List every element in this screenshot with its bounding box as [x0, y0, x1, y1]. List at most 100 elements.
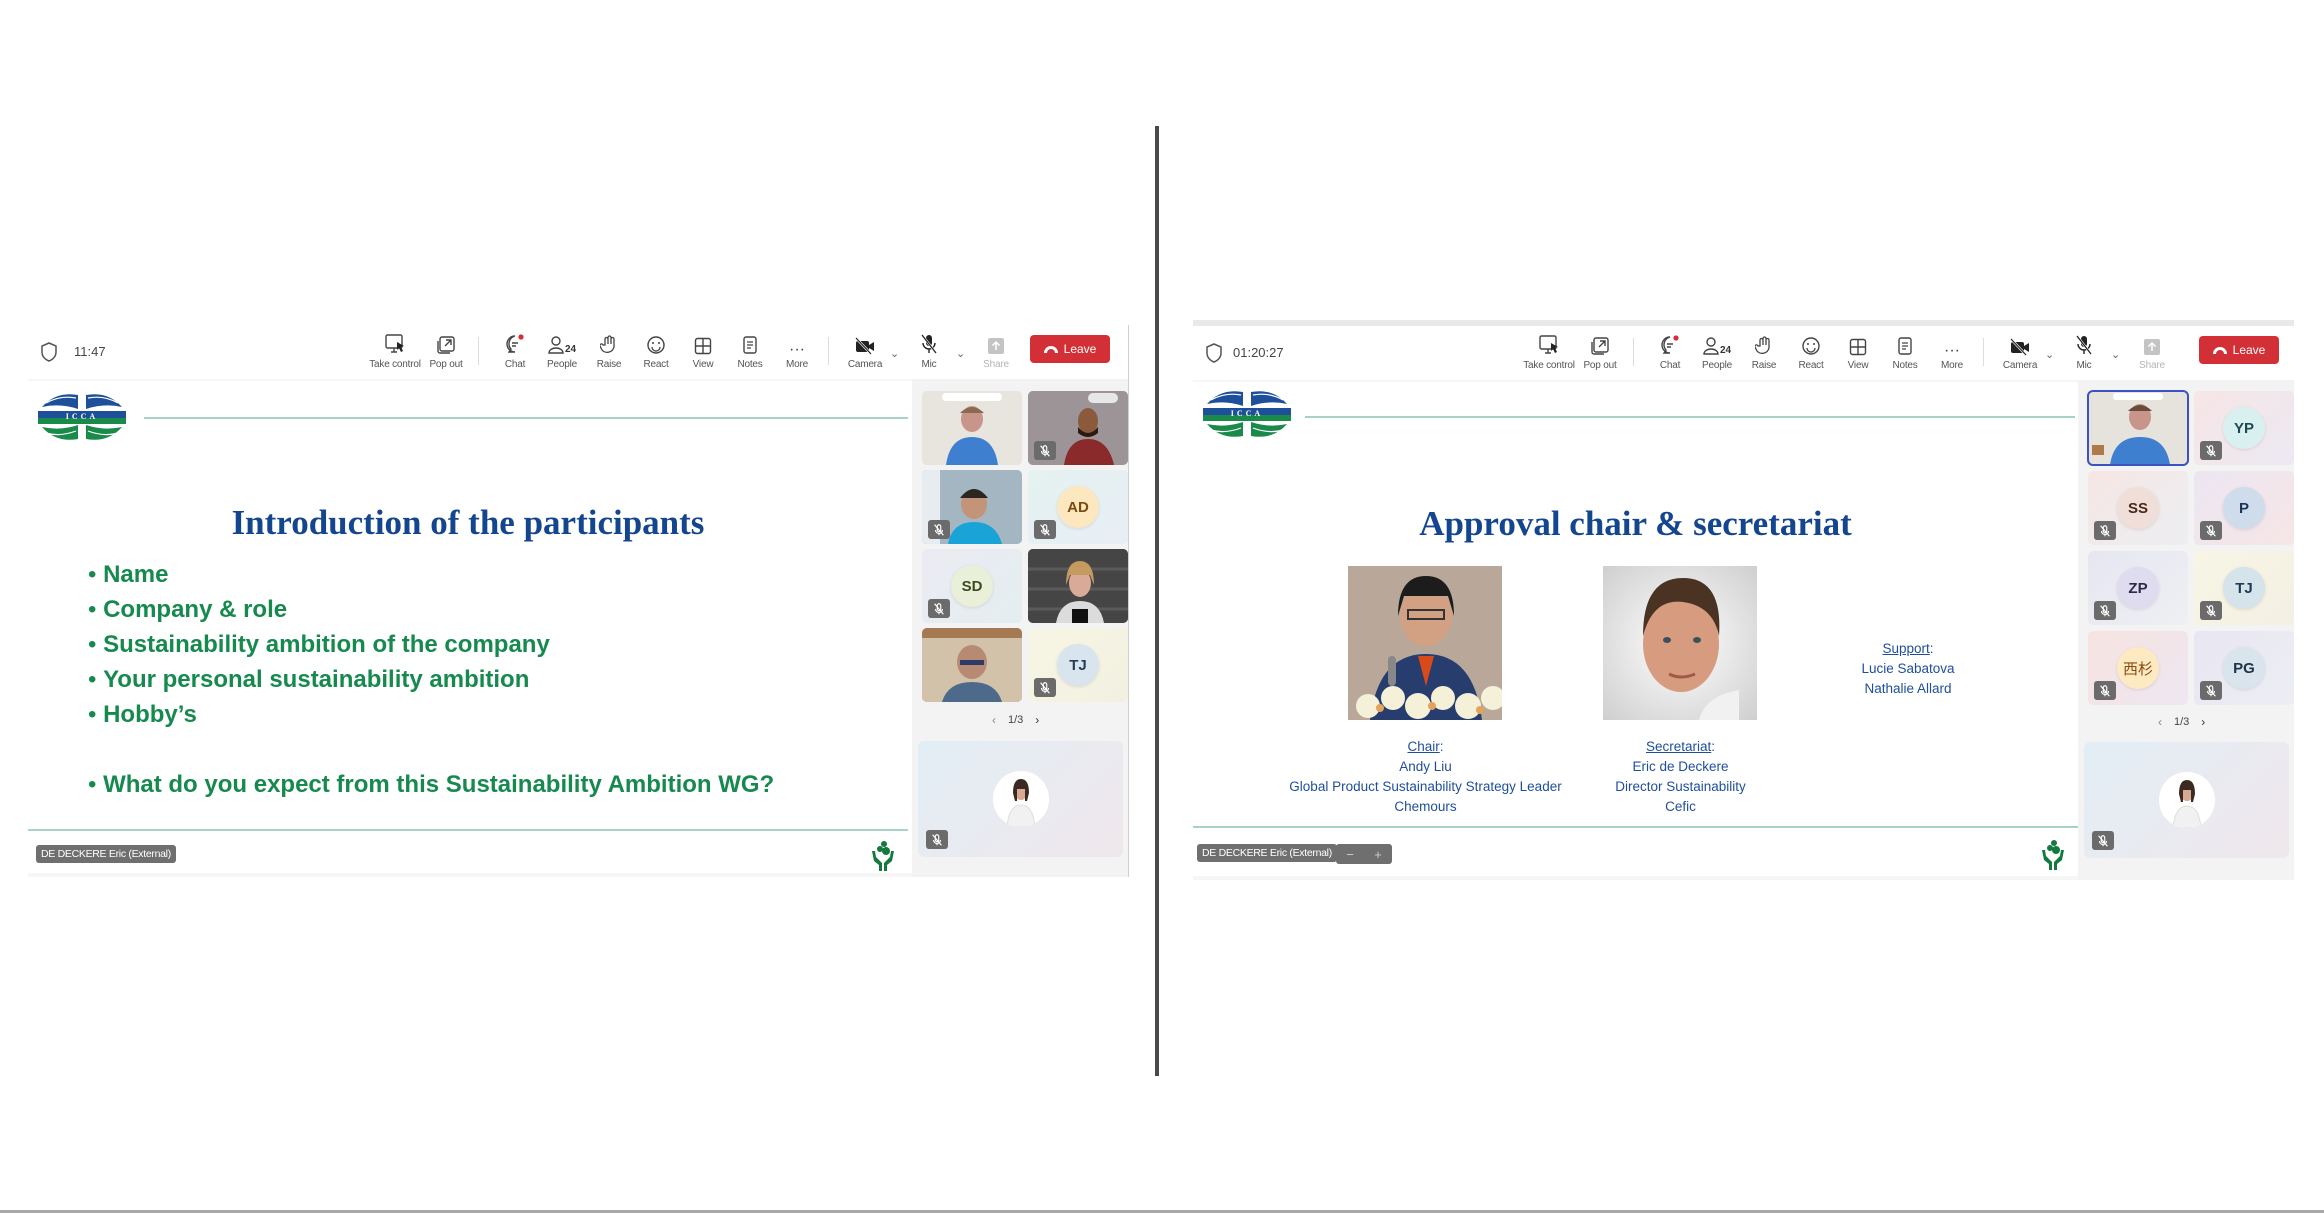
camera-options-chevron-icon[interactable]: ⌄	[2045, 348, 2054, 361]
smiley-icon	[1802, 337, 1820, 355]
raise-hand-button[interactable]: Raise	[1741, 330, 1787, 376]
participant-tile-video[interactable]	[2087, 390, 2189, 466]
pop-out-button[interactable]: Pop out	[423, 329, 469, 375]
meeting-timer: 11:47	[74, 344, 106, 359]
react-button[interactable]: React	[633, 329, 679, 375]
self-view-tile[interactable]	[918, 741, 1123, 857]
mic-button[interactable]: Mic	[2061, 330, 2107, 376]
participant-tile-avatar[interactable]: ZP	[2088, 551, 2188, 625]
next-page-chevron-icon[interactable]: ›	[2201, 715, 2205, 729]
view-button[interactable]: View	[680, 329, 726, 375]
next-page-chevron-icon[interactable]: ›	[1035, 713, 1039, 727]
react-button[interactable]: React	[1788, 330, 1834, 376]
self-view-tile[interactable]	[2084, 742, 2289, 858]
mic-off-icon	[1038, 444, 1052, 458]
participant-tile-avatar[interactable]: SD	[922, 549, 1022, 623]
hand-icon	[1755, 336, 1770, 354]
previous-page-chevron-icon[interactable]: ‹	[992, 713, 996, 727]
leave-button[interactable]: Leave	[2199, 336, 2279, 364]
bullet-item: Name	[88, 557, 774, 592]
support-caption: Support: Lucie Sabatova Nathalie Allard	[1833, 639, 1983, 699]
leave-button[interactable]: Leave	[1030, 335, 1110, 363]
mic-off-icon	[1038, 523, 1052, 537]
chat-icon	[1661, 335, 1679, 354]
participant-video-frame	[2088, 391, 2188, 465]
people-button[interactable]: 24 People	[539, 329, 585, 375]
slide-bullet-list: Name Company & role Sustainability ambit…	[88, 557, 774, 802]
shield-icon[interactable]	[40, 342, 58, 362]
take-control-button[interactable]: Take control	[369, 329, 421, 375]
shield-icon[interactable]	[1205, 343, 1223, 363]
notes-button[interactable]: Notes	[727, 329, 773, 375]
phone-hangup-icon	[1043, 345, 1058, 353]
participant-tile-video[interactable]	[1028, 391, 1128, 465]
smiley-icon	[647, 336, 665, 354]
participant-video-frame	[1028, 549, 1128, 623]
take-control-button[interactable]: Take control	[1523, 330, 1575, 376]
mic-off-icon	[2204, 524, 2218, 538]
notes-icon	[1898, 337, 1912, 355]
toolbar-separator	[478, 337, 479, 365]
people-button[interactable]: 24 People	[1694, 330, 1740, 376]
participant-tile-avatar[interactable]: 西杉	[2088, 631, 2188, 705]
participant-tile-avatar[interactable]: TJ	[2194, 551, 2294, 625]
camera-button[interactable]: Camera	[842, 329, 888, 375]
participant-tile-avatar[interactable]: TJ	[1028, 628, 1128, 702]
participant-tile-avatar[interactable]: PG	[2194, 631, 2294, 705]
chair-caption: Chair: Andy Liu Global Product Sustainab…	[1253, 737, 1598, 817]
gallery-pager: ‹ 1/3 ›	[992, 713, 1039, 727]
camera-options-chevron-icon[interactable]: ⌄	[890, 347, 899, 360]
slide-title: Approval chair & secretariat	[1419, 504, 1852, 543]
participant-avatar: TJ	[1057, 644, 1099, 686]
people-count: 24	[564, 344, 577, 355]
participant-tile-video[interactable]	[922, 628, 1022, 702]
mic-off-icon	[2098, 684, 2112, 698]
icca-logo	[1201, 386, 1293, 442]
participant-tile-avatar[interactable]: P	[2194, 471, 2294, 545]
participant-tile-video[interactable]	[1028, 549, 1128, 623]
grid-view-icon	[694, 337, 712, 355]
zoom-in-button[interactable]: +	[1374, 847, 1382, 862]
participant-tile-avatar[interactable]: AD	[1028, 470, 1128, 544]
presenter-name-tag: DE DECKERE Eric (External)	[1197, 844, 1337, 862]
mic-off-icon	[932, 523, 946, 537]
participant-tile-video[interactable]	[922, 470, 1022, 544]
pop-out-icon	[437, 336, 455, 354]
more-dots-icon: ···	[1944, 342, 1960, 359]
slide-title: Introduction of the participants	[231, 503, 705, 542]
mic-options-chevron-icon[interactable]: ⌄	[956, 347, 965, 360]
zoom-out-button[interactable]: −	[1346, 847, 1354, 862]
take-control-icon	[385, 334, 404, 353]
more-button[interactable]: ··· More	[1929, 330, 1975, 376]
secretariat-label: Secretariat	[1645, 739, 1712, 754]
participant-tile-avatar[interactable]: YP	[2194, 391, 2294, 465]
chair-organization: Chemours	[1394, 799, 1457, 814]
chat-button[interactable]: Chat	[1647, 330, 1693, 376]
teams-meeting-window-left: 11:47 Take control Pop out Chat 24 Peopl…	[28, 325, 1129, 877]
raise-hand-button[interactable]: Raise	[586, 329, 632, 375]
chat-button[interactable]: Chat	[492, 329, 538, 375]
self-avatar-photo	[992, 771, 1049, 827]
participants-gallery: YP SS P ZP TJ 西杉 PG ‹ 1/3 ›	[2078, 380, 2294, 880]
notes-button[interactable]: Notes	[1882, 330, 1928, 376]
mic-options-chevron-icon[interactable]: ⌄	[2111, 348, 2120, 361]
participant-tile-avatar[interactable]: SS	[2088, 471, 2188, 545]
more-button[interactable]: ··· More	[774, 329, 820, 375]
pop-out-button[interactable]: Pop out	[1577, 330, 1623, 376]
pop-out-icon	[1591, 337, 1609, 355]
participant-tile-video[interactable]	[922, 391, 1022, 465]
participant-avatar: YP	[2223, 407, 2265, 449]
share-button[interactable]: Share	[2129, 330, 2175, 376]
secretariat-caption: Secretariat: Eric de Deckere Director Su…	[1573, 737, 1788, 817]
share-button[interactable]: Share	[973, 329, 1019, 375]
camera-button[interactable]: Camera	[1997, 330, 2043, 376]
mic-button[interactable]: Mic	[906, 329, 952, 375]
participant-avatar: SD	[951, 565, 993, 607]
view-button[interactable]: View	[1835, 330, 1881, 376]
muted-indicator	[928, 599, 950, 618]
muted-indicator	[926, 830, 948, 849]
participant-avatar: P	[2223, 487, 2265, 529]
bullet-item: Your personal sustainability ambition	[88, 662, 774, 697]
previous-page-chevron-icon[interactable]: ‹	[2158, 715, 2162, 729]
secretariat-name: Eric de Deckere	[1632, 759, 1729, 774]
